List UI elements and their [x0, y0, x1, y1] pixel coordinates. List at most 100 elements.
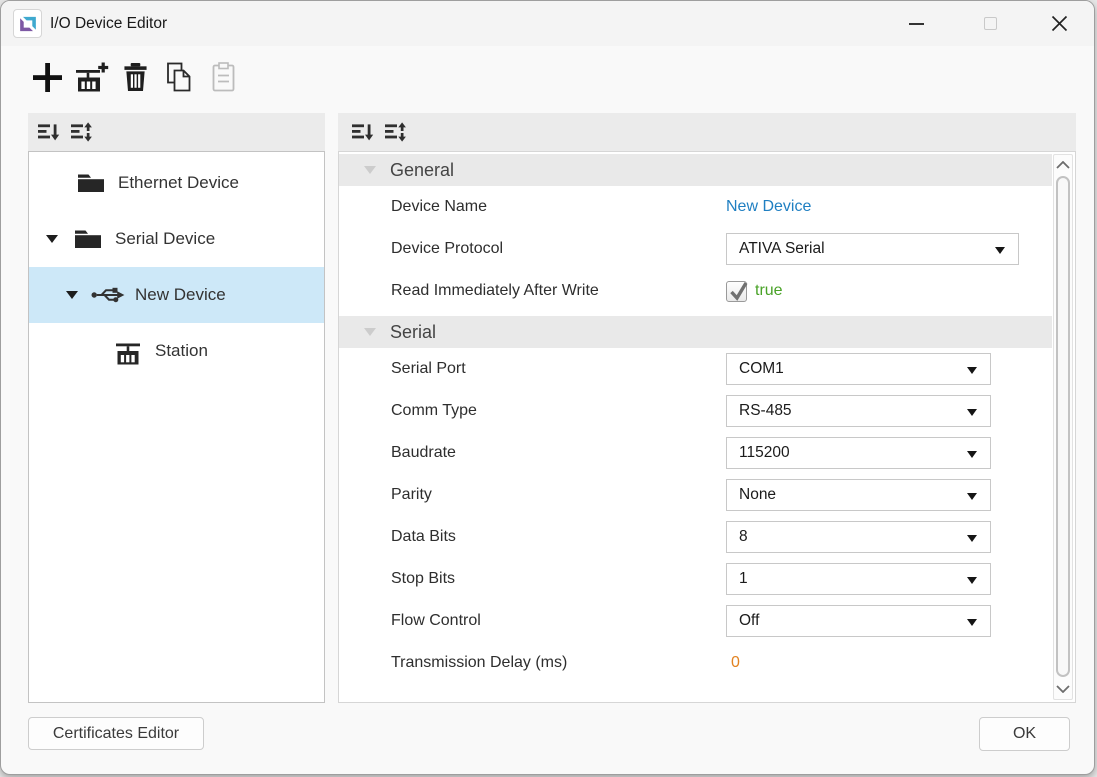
sort-reorder-button[interactable]: [383, 118, 409, 146]
tree-item-label: Ethernet Device: [118, 173, 239, 193]
property-row: Device Protocol ATIVA Serial: [339, 228, 1052, 270]
property-row: Transmission Delay (ms) 0: [339, 642, 1052, 684]
comm-type-dropdown[interactable]: RS-485: [726, 395, 991, 427]
sort-descending-icon: [38, 122, 60, 142]
data-bits-dropdown[interactable]: 8: [726, 521, 991, 553]
tree-item-new-device[interactable]: New Device: [29, 267, 324, 323]
chevron-down-icon: [967, 619, 977, 626]
window-title: I/O Device Editor: [50, 1, 167, 46]
io-device-editor-window: I/O Device Editor: [0, 0, 1095, 775]
property-row: Stop Bits 1: [339, 558, 1052, 600]
tree-item-station[interactable]: Station: [29, 323, 324, 379]
chevron-down-icon: [995, 247, 1005, 254]
scroll-down-button[interactable]: [1054, 680, 1072, 698]
property-row: Data Bits 8: [339, 516, 1052, 558]
property-row: Comm Type RS-485: [339, 390, 1052, 432]
tree-item-serial-device[interactable]: Serial Device: [29, 211, 324, 267]
property-row: Flow Control Off: [339, 600, 1052, 642]
chevron-down-icon: [1056, 685, 1070, 693]
property-panel: General Device Name New Device Device Pr…: [338, 151, 1076, 703]
sort-alphabetical-button[interactable]: [350, 118, 376, 146]
property-label: Flow Control: [391, 600, 481, 642]
chevron-down-icon: [967, 535, 977, 542]
section-header-general[interactable]: General: [339, 154, 1052, 186]
collapse-arrow-icon: [364, 328, 376, 336]
copy-icon: [166, 62, 192, 92]
sort-alphabetical-button[interactable]: [36, 118, 62, 146]
parity-dropdown[interactable]: None: [726, 479, 991, 511]
paste-icon: [211, 62, 236, 92]
chevron-down-icon: [967, 367, 977, 374]
ok-button[interactable]: OK: [979, 717, 1070, 751]
sort-reorder-icon: [385, 122, 407, 142]
sort-reorder-button[interactable]: [69, 118, 95, 146]
serial-port-dropdown[interactable]: COM1: [726, 353, 991, 385]
property-label: Device Name: [391, 186, 487, 228]
sort-reorder-icon: [71, 122, 93, 142]
trash-icon: [123, 62, 148, 92]
add-station-button[interactable]: [73, 57, 109, 97]
device-protocol-dropdown[interactable]: ATIVA Serial: [726, 233, 1019, 265]
stop-bits-dropdown[interactable]: 1: [726, 563, 991, 595]
read-immediately-checkbox[interactable]: [726, 281, 747, 302]
app-logo-icon: [13, 9, 42, 38]
sort-descending-icon: [352, 122, 374, 142]
expand-arrow-icon[interactable]: [45, 235, 59, 243]
plus-icon: [33, 63, 62, 92]
titlebar: I/O Device Editor: [1, 1, 1094, 46]
flow-control-dropdown[interactable]: Off: [726, 605, 991, 637]
property-row: Read Immediately After Write true: [339, 270, 1052, 312]
property-panel-header: [338, 113, 1076, 151]
device-name-value[interactable]: New Device: [726, 198, 811, 216]
scrollbar[interactable]: [1053, 154, 1073, 700]
device-tree: Ethernet Device Serial Device: [28, 151, 325, 703]
property-label: Read Immediately After Write: [391, 270, 599, 312]
minimize-button[interactable]: [898, 8, 934, 39]
minimize-icon: [909, 23, 924, 25]
delete-button[interactable]: [117, 57, 153, 97]
property-row: Serial Port COM1: [339, 348, 1052, 390]
property-label: Baudrate: [391, 432, 456, 474]
property-row: Baudrate 115200: [339, 432, 1052, 474]
scroll-up-button[interactable]: [1054, 156, 1072, 174]
maximize-icon: [984, 17, 997, 30]
station-icon: [111, 338, 145, 365]
scrollbar-thumb[interactable]: [1056, 176, 1070, 677]
property-row: Parity None: [339, 474, 1052, 516]
property-label: Serial Port: [391, 348, 466, 390]
collapse-arrow-icon: [364, 166, 376, 174]
expand-arrow-icon[interactable]: [65, 291, 79, 299]
add-device-button[interactable]: [29, 57, 65, 97]
chevron-down-icon: [967, 451, 977, 458]
tree-item-label: Station: [155, 341, 208, 361]
maximize-button: [972, 8, 1008, 39]
certificates-editor-button[interactable]: Certificates Editor: [28, 717, 204, 750]
property-label: Data Bits: [391, 516, 456, 558]
chevron-down-icon: [967, 409, 977, 416]
tree-item-label: Serial Device: [115, 229, 215, 249]
property-label: Comm Type: [391, 390, 477, 432]
checkbox-value-label: true: [755, 282, 783, 300]
chevron-down-icon: [967, 493, 977, 500]
paste-button: [205, 57, 241, 97]
chevron-up-icon: [1056, 161, 1070, 169]
section-header-serial[interactable]: Serial: [339, 316, 1052, 348]
close-button[interactable]: [1041, 8, 1077, 39]
tree-item-ethernet-device[interactable]: Ethernet Device: [29, 155, 324, 211]
transmission-delay-value[interactable]: 0: [731, 654, 740, 672]
chevron-down-icon: [967, 577, 977, 584]
folder-icon: [74, 172, 108, 194]
station-plus-icon: [74, 62, 109, 93]
checkmark-icon: [728, 279, 748, 301]
folder-icon: [71, 228, 105, 250]
property-row: Device Name New Device: [339, 186, 1052, 228]
property-label: Stop Bits: [391, 558, 455, 600]
copy-button[interactable]: [161, 57, 197, 97]
property-label: Parity: [391, 474, 432, 516]
property-label: Transmission Delay (ms): [391, 642, 567, 684]
toolbar: [29, 57, 241, 97]
tree-panel-header: [28, 113, 325, 151]
baudrate-dropdown[interactable]: 115200: [726, 437, 991, 469]
tree-item-label: New Device: [135, 285, 226, 305]
property-label: Device Protocol: [391, 228, 503, 270]
